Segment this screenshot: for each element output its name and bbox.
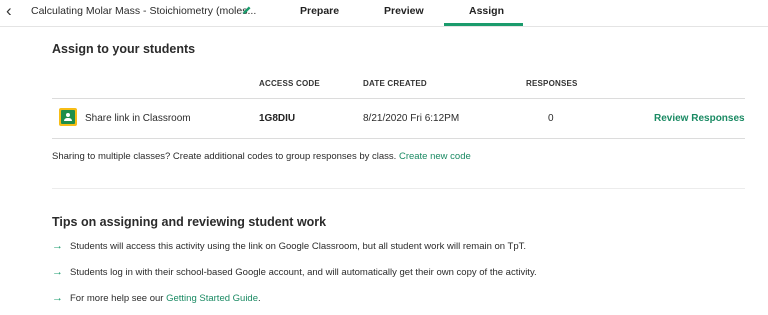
share-link-label: Share link in Classroom xyxy=(85,113,191,124)
tip-text: Students will access this activity using… xyxy=(70,241,527,252)
column-header-date-created: DATE CREATED xyxy=(363,79,427,88)
tip-suffix: . xyxy=(258,293,261,304)
tip-item: → Students log in with their school-based… xyxy=(52,266,537,278)
sharing-text: Sharing to multiple classes? Create addi… xyxy=(52,151,397,162)
review-responses-link[interactable]: Review Responses xyxy=(654,113,745,124)
column-header-access-code: ACCESS CODE xyxy=(259,79,320,88)
tips-section-title: Tips on assigning and reviewing student … xyxy=(52,215,327,229)
date-created-value: 8/21/2020 Fri 6:12PM xyxy=(363,113,460,124)
active-tab-indicator xyxy=(444,23,523,26)
pencil-edit-icon[interactable] xyxy=(242,5,252,15)
tab-preview[interactable]: Preview xyxy=(384,5,424,17)
section-divider xyxy=(52,188,745,189)
tab-prepare[interactable]: Prepare xyxy=(300,5,339,17)
google-classroom-icon xyxy=(59,108,77,126)
assign-section-title: Assign to your students xyxy=(52,42,196,56)
tip-item: → Students will access this activity usin… xyxy=(52,240,526,252)
responses-count: 0 xyxy=(548,113,554,124)
back-arrow-icon[interactable]: ‹ xyxy=(6,2,22,19)
column-header-responses: RESPONSES xyxy=(526,79,578,88)
tip-item: → For more help see our Getting Started G… xyxy=(52,292,261,304)
tip-text: Students log in with their school-based … xyxy=(70,267,537,278)
arrow-right-icon: → xyxy=(52,266,63,278)
arrow-right-icon: → xyxy=(52,240,63,252)
access-code-value: 1G8DIU xyxy=(259,113,296,124)
table-divider xyxy=(52,138,745,139)
document-title[interactable]: Calculating Molar Mass - Stoichiometry (… xyxy=(31,5,256,17)
arrow-right-icon: → xyxy=(52,292,63,304)
sharing-help-text: Sharing to multiple classes? Create addi… xyxy=(52,151,471,162)
tab-assign[interactable]: Assign xyxy=(469,5,504,17)
table-divider xyxy=(52,98,745,99)
create-new-code-link[interactable]: Create new code xyxy=(399,151,471,162)
getting-started-guide-link[interactable]: Getting Started Guide xyxy=(166,293,258,304)
tip-text: For more help see our xyxy=(70,293,167,304)
top-navigation-bar: ‹ Calculating Molar Mass - Stoichiometry… xyxy=(0,0,768,27)
